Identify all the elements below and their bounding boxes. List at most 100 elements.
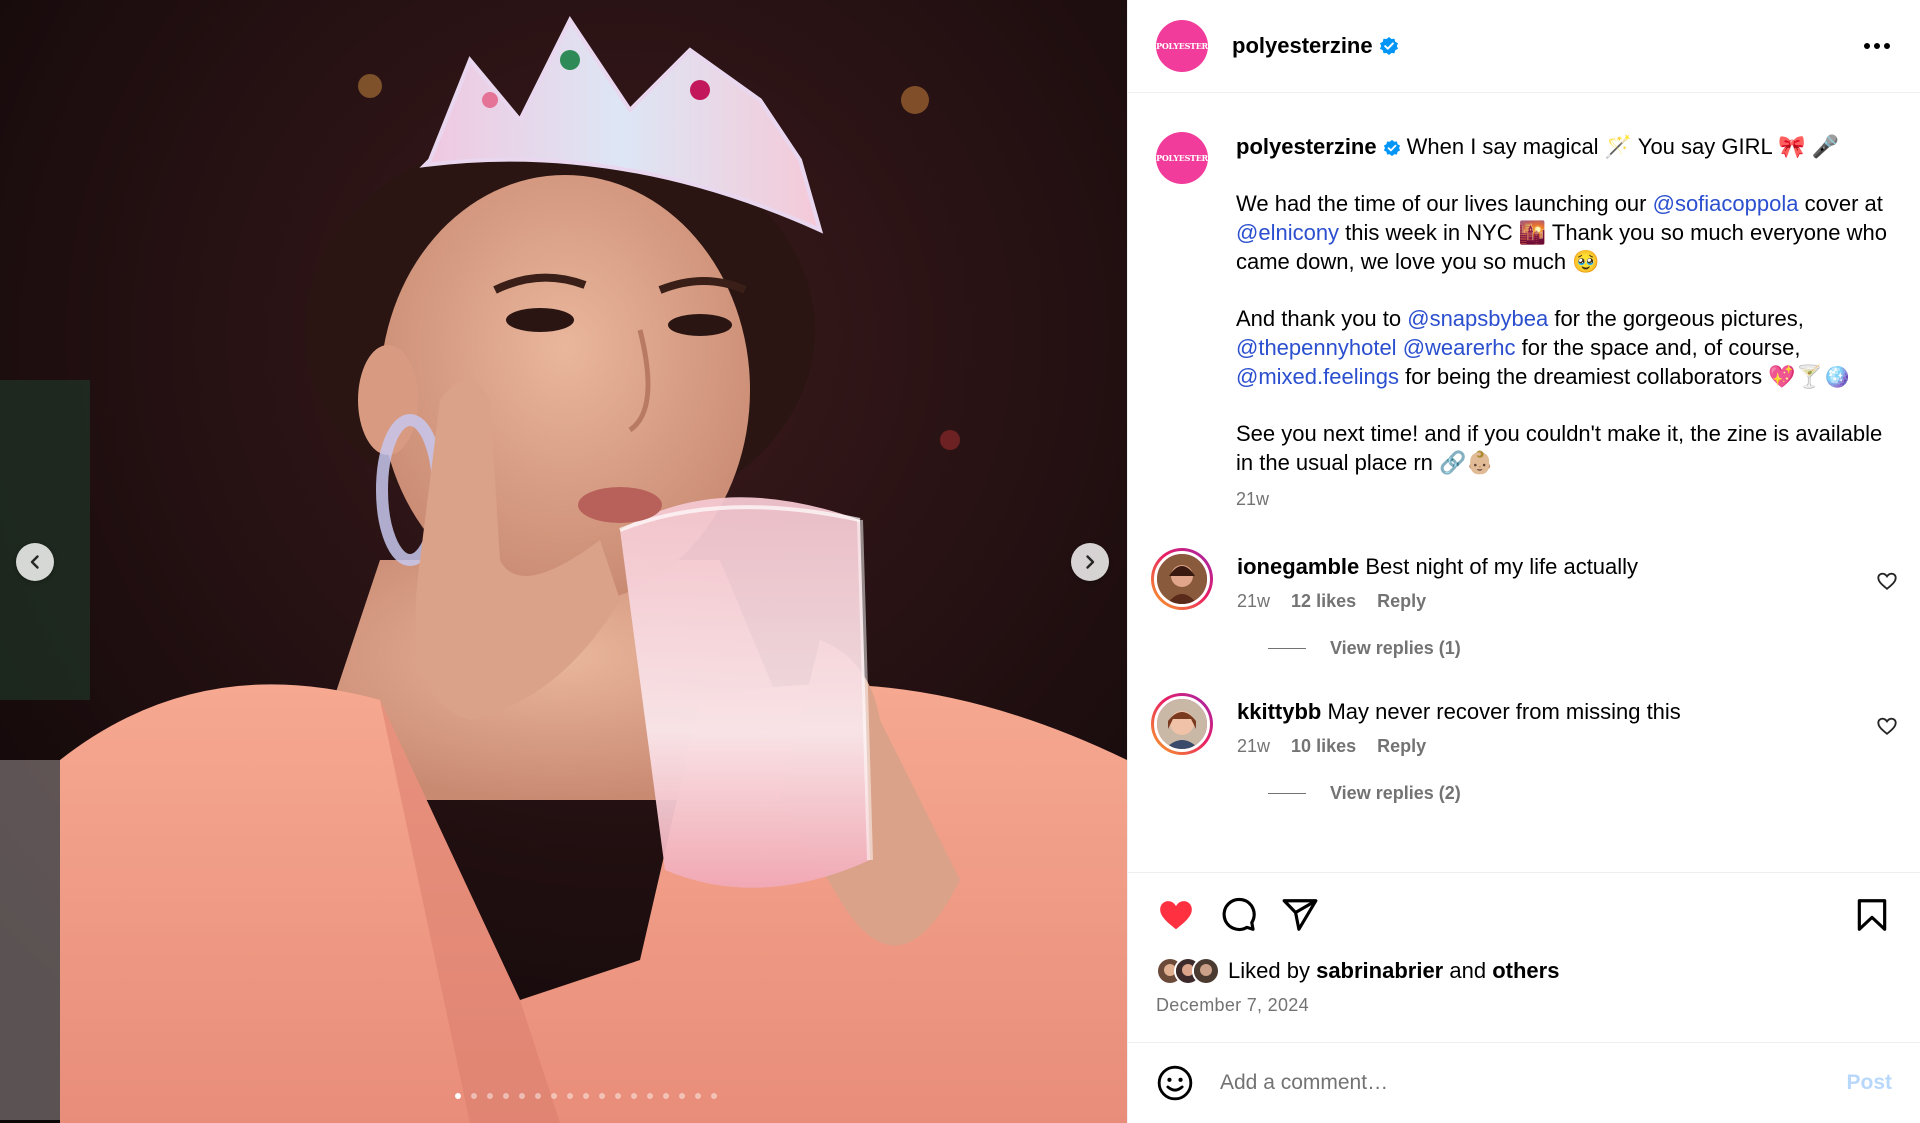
comment-likes[interactable]: 12 likes [1291, 591, 1356, 611]
liked-by-others[interactable]: others [1492, 958, 1559, 984]
carousel-dot [663, 1093, 669, 1099]
post-actions: Liked by sabrinabrier and others Decembe… [1128, 872, 1920, 1042]
liker-avatars[interactable] [1156, 957, 1220, 985]
share-button[interactable] [1280, 895, 1320, 935]
comment-like-heart-icon[interactable] [1876, 715, 1898, 737]
author-username[interactable]: polyesterzine [1232, 33, 1373, 59]
carousel-dot [711, 1093, 717, 1099]
carousel-indicator [455, 1093, 717, 1099]
previous-slide-button[interactable] [16, 543, 54, 581]
carousel-dot [679, 1093, 685, 1099]
reply-button[interactable]: Reply [1377, 591, 1426, 611]
post-date[interactable]: December 7, 2024 [1156, 995, 1892, 1016]
caption-text: cover at [1798, 191, 1883, 216]
carousel-dot [487, 1093, 493, 1099]
caption-text: for being the dreamiest collaborators 💖🍸… [1398, 364, 1851, 389]
caption-paragraph: And thank you to @snapsbybea for the gor… [1236, 304, 1892, 391]
carousel-dot [455, 1093, 461, 1099]
avatar-text: POLYESTER [1156, 153, 1208, 163]
liked-by-prefix: Liked by [1228, 958, 1310, 983]
commenter-avatar[interactable] [1151, 548, 1213, 610]
comment-username[interactable]: ionegamble [1237, 554, 1359, 579]
next-slide-button[interactable] [1071, 543, 1109, 581]
comments-list[interactable]: POLYESTER polyesterzine When I say magica… [1128, 94, 1920, 872]
author-avatar[interactable]: POLYESTER [1156, 20, 1208, 72]
comment-like-heart-icon[interactable] [1876, 570, 1898, 592]
save-button[interactable] [1852, 895, 1892, 935]
post-header: POLYESTER polyesterzine [1128, 0, 1920, 93]
comment-text: Best night of my life actually [1365, 554, 1639, 579]
caption-text: We had the time of our lives launching o… [1236, 191, 1653, 216]
commenter-avatar[interactable] [1151, 693, 1213, 755]
caption-text: And thank you to [1236, 306, 1408, 331]
post-photo [0, 0, 1127, 1123]
comment-button[interactable] [1218, 895, 1258, 935]
more-horizontal-icon [1864, 43, 1890, 49]
comment-timestamp[interactable]: 21w [1237, 736, 1270, 756]
caption-paragraph: See you next time! and if you couldn't m… [1236, 421, 1883, 475]
comment-likes[interactable]: 10 likes [1291, 736, 1356, 756]
carousel-dot [471, 1093, 477, 1099]
post-comment-button[interactable]: Post [1846, 1071, 1892, 1095]
carousel-dot [615, 1093, 621, 1099]
verified-badge-icon [1383, 139, 1400, 157]
comment-item: kkittybb May never recover from missing … [1151, 693, 1897, 757]
caption-text: for the space and, of course, [1515, 335, 1801, 360]
caption-author-avatar[interactable]: POLYESTER [1156, 132, 1208, 184]
like-button[interactable] [1156, 895, 1196, 935]
avatar-text: POLYESTER [1156, 41, 1208, 51]
carousel-dot [535, 1093, 541, 1099]
likes-summary: Liked by sabrinabrier and others [1156, 957, 1892, 985]
avatar-image [1157, 554, 1207, 604]
liked-by-mid: and [1449, 958, 1487, 983]
view-replies-label: View replies (2) [1330, 783, 1461, 803]
carousel-dot [599, 1093, 605, 1099]
comment-username[interactable]: kkittybb [1237, 699, 1321, 724]
carousel-dot [567, 1093, 573, 1099]
divider [1268, 648, 1306, 649]
post-caption: POLYESTER polyesterzine When I say magica… [1156, 132, 1892, 514]
mention-link[interactable]: @elnicony [1236, 220, 1339, 245]
caption-timestamp[interactable]: 21w [1236, 485, 1892, 514]
liker-avatar [1192, 957, 1220, 985]
mention-link[interactable]: @wearerhc [1403, 335, 1516, 360]
emoji-icon[interactable] [1156, 1064, 1194, 1102]
verified-badge-icon [1379, 37, 1398, 55]
carousel-dot [551, 1093, 557, 1099]
paper-plane-icon [1282, 899, 1318, 931]
post-media[interactable] [0, 0, 1127, 1123]
carousel-dot [519, 1093, 525, 1099]
carousel-dot [695, 1093, 701, 1099]
bookmark-icon [1857, 899, 1887, 931]
caption-text: for the gorgeous pictures, [1548, 306, 1804, 331]
comment-bubble-icon [1222, 897, 1256, 932]
comment-composer: Post [1128, 1042, 1920, 1123]
chevron-right-icon [1086, 555, 1095, 569]
caption-paragraph: We had the time of our lives launching o… [1236, 189, 1892, 276]
carousel-dot [631, 1093, 637, 1099]
comment-item: ionegamble Best night of my life actuall… [1151, 548, 1897, 612]
divider [1268, 793, 1306, 794]
more-options-button[interactable] [1862, 31, 1892, 61]
caption-username[interactable]: polyesterzine [1236, 134, 1377, 159]
view-replies-label: View replies (1) [1330, 638, 1461, 658]
post-details-panel: POLYESTER polyesterzine POLYESTER polyes… [1127, 0, 1920, 1123]
reply-button[interactable]: Reply [1377, 736, 1426, 756]
avatar-image [1157, 699, 1207, 749]
liked-by-user[interactable]: sabrinabrier [1316, 958, 1443, 984]
view-replies-button[interactable]: View replies (2) [1268, 783, 1892, 804]
carousel-dot [647, 1093, 653, 1099]
comment-input[interactable] [1220, 1071, 1847, 1095]
heart-filled-icon [1160, 901, 1192, 930]
view-replies-button[interactable]: View replies (1) [1268, 638, 1892, 659]
comment-text: May never recover from missing this [1327, 699, 1681, 724]
carousel-dot [503, 1093, 509, 1099]
chevron-left-icon [30, 555, 39, 569]
mention-link[interactable]: @snapsbybea [1407, 306, 1548, 331]
mention-link[interactable]: @sofiacoppola [1653, 191, 1799, 216]
caption-line1: When I say magical 🪄 You say GIRL 🎀 🎤 [1406, 134, 1839, 159]
mention-link[interactable]: @mixed.feelings [1236, 364, 1399, 389]
mention-link[interactable]: @thepennyhotel [1236, 335, 1397, 360]
comment-timestamp[interactable]: 21w [1237, 591, 1270, 611]
carousel-dot [583, 1093, 589, 1099]
